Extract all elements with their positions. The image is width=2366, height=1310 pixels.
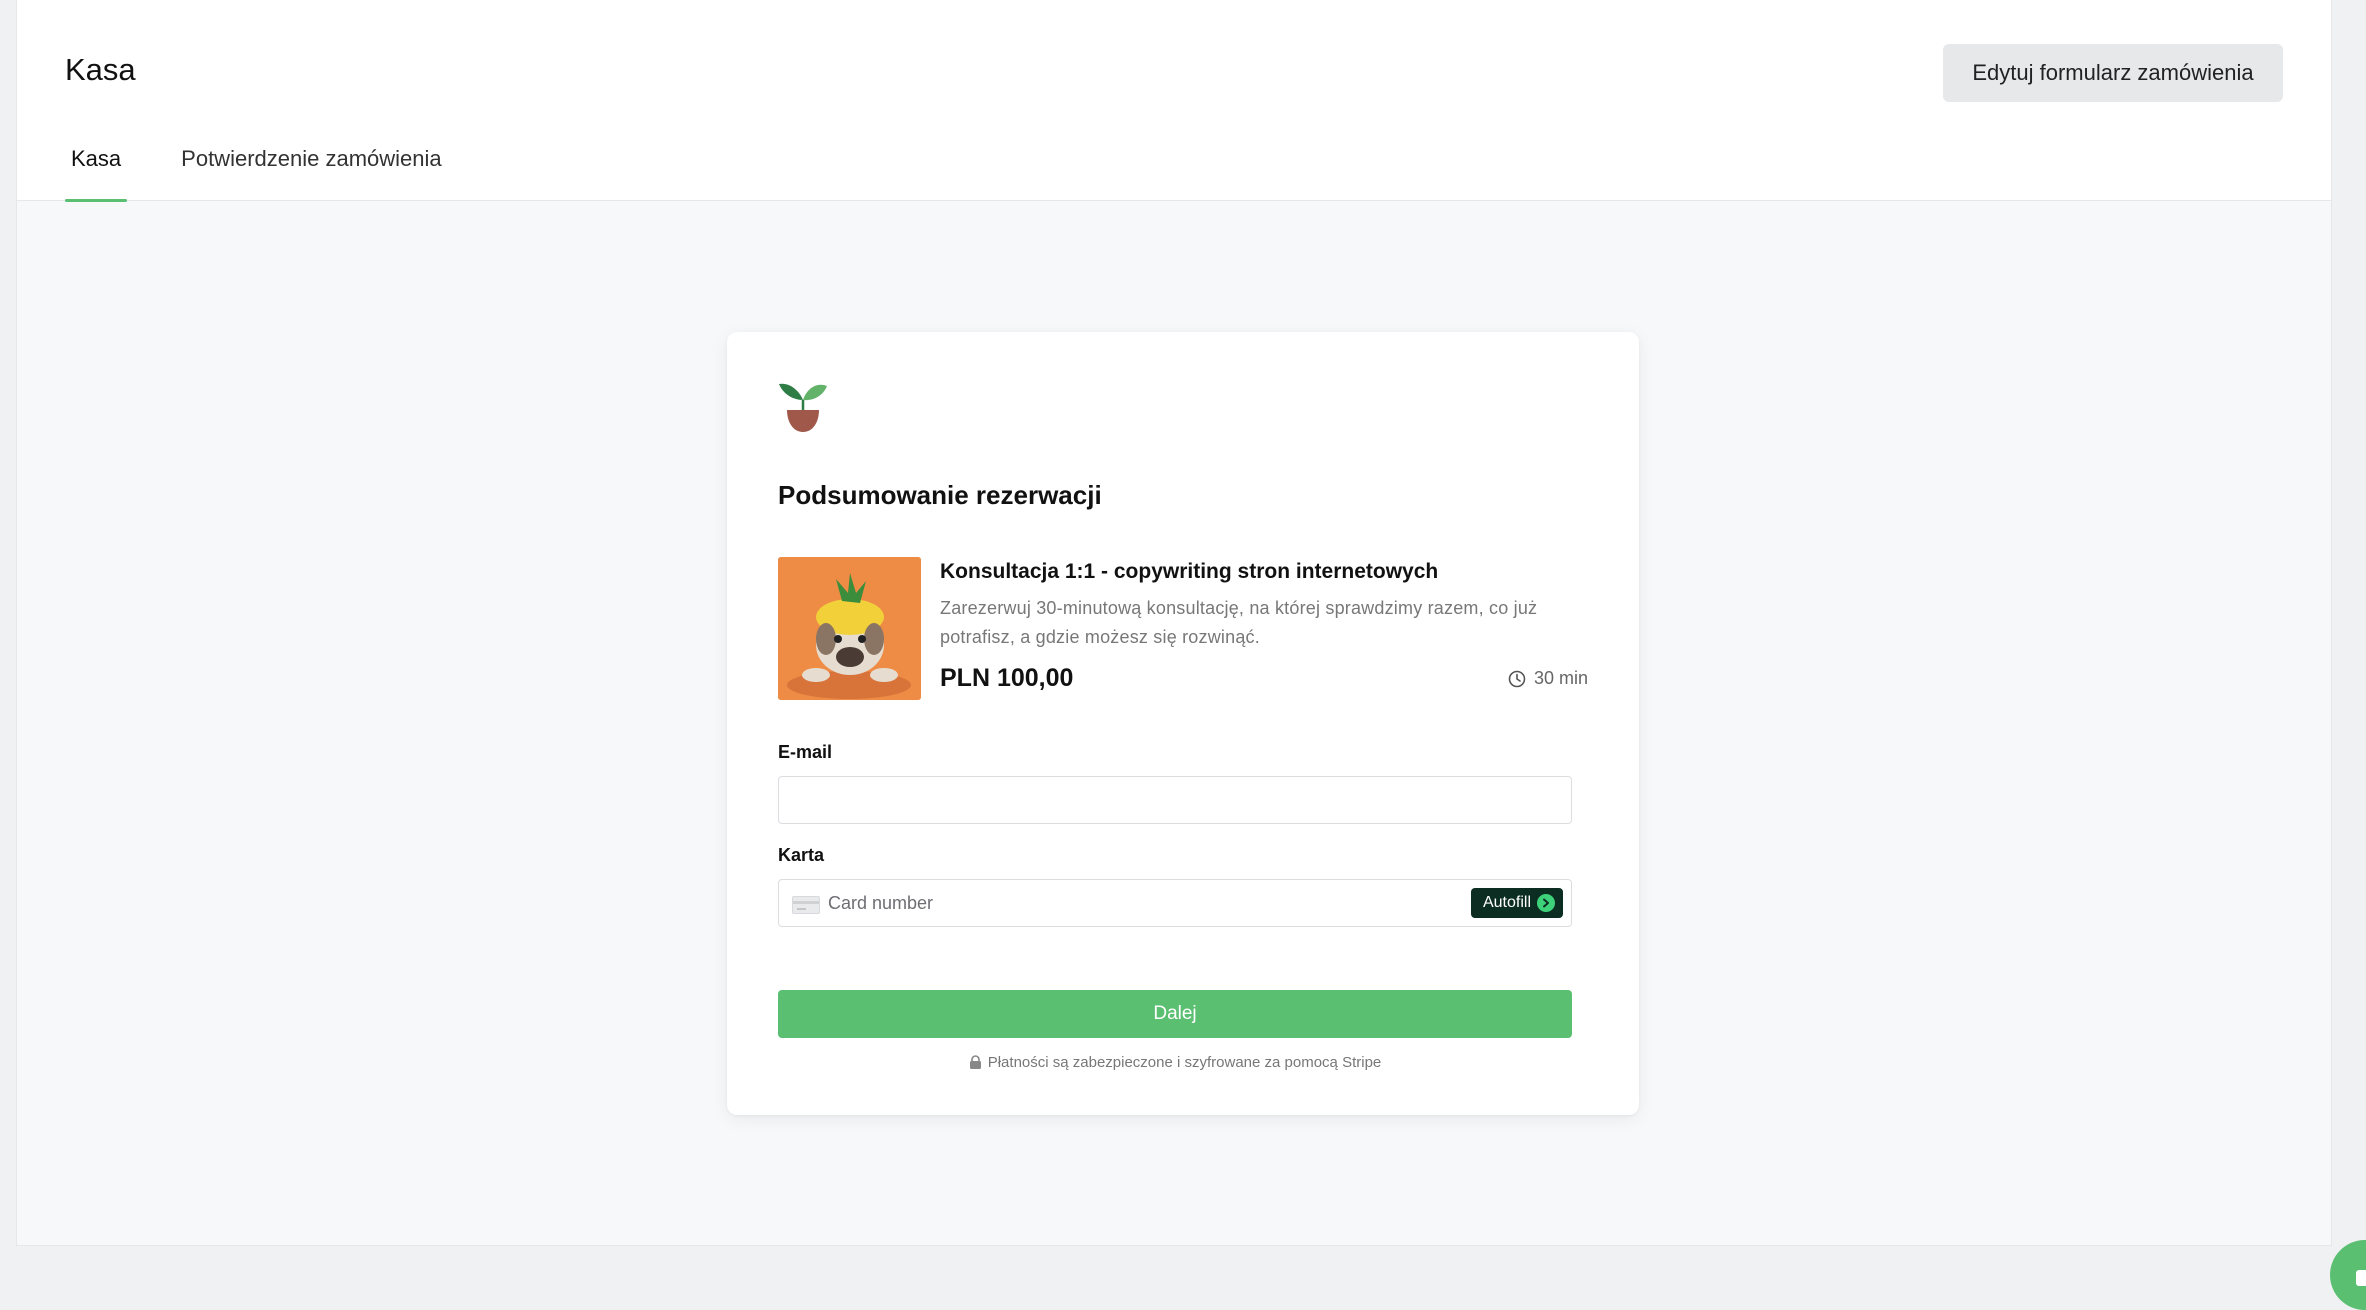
lock-icon <box>969 1055 981 1069</box>
tab-order-confirmation[interactable]: Potwierdzenie zamówienia <box>175 130 447 201</box>
tab-bar: Kasa Potwierdzenie zamówienia <box>65 130 496 202</box>
page-header: Kasa Edytuj formularz zamówienia Kasa Po… <box>17 0 2331 202</box>
card-number-field[interactable]: Card number Autofill <box>778 879 1572 927</box>
autofill-label: Autofill <box>1482 894 1531 911</box>
secure-payment-note: Płatności są zabezpieczone i szyfrowane … <box>778 1054 1572 1071</box>
summary-title: Podsumowanie rezerwacji <box>778 480 1102 510</box>
product-name: Konsultacja 1:1 - copywriting stron inte… <box>940 560 1439 583</box>
product-price: PLN 100,00 <box>940 664 1074 692</box>
duration-label: 30 min <box>1533 668 1588 688</box>
credit-card-icon <box>792 896 820 914</box>
product-duration: 30 min <box>1508 668 1588 689</box>
sprout-in-pot-icon <box>779 383 827 432</box>
tab-checkout[interactable]: Kasa <box>65 130 128 202</box>
card-label: Karta <box>778 845 825 865</box>
secure-note-text: Płatności są zabezpieczone i szyfrowane … <box>987 1054 1382 1071</box>
product-description: Zarezerwuj 30-minutową konsultację, na k… <box>940 598 1538 647</box>
edit-order-form-button[interactable]: Edytuj formularz zamówienia <box>1943 44 2283 102</box>
checkout-card: Podsumowanie rezerwacji Konsultacja 1:1 … <box>727 332 1639 1115</box>
next-button[interactable]: Dalej <box>778 990 1572 1038</box>
page-title: Kasa <box>65 52 136 87</box>
product-image <box>778 557 921 700</box>
arrow-right-icon <box>1537 894 1555 912</box>
card-number-placeholder: Card number <box>828 893 934 913</box>
chat-widget-button[interactable] <box>2330 1240 2366 1310</box>
autofill-button[interactable]: Autofill <box>1470 888 1563 918</box>
clock-icon <box>1508 670 1526 687</box>
checkout-editor-frame: Kasa Edytuj formularz zamówienia Kasa Po… <box>16 0 2332 1246</box>
email-label: E-mail <box>778 742 833 762</box>
email-input[interactable] <box>778 776 1572 824</box>
